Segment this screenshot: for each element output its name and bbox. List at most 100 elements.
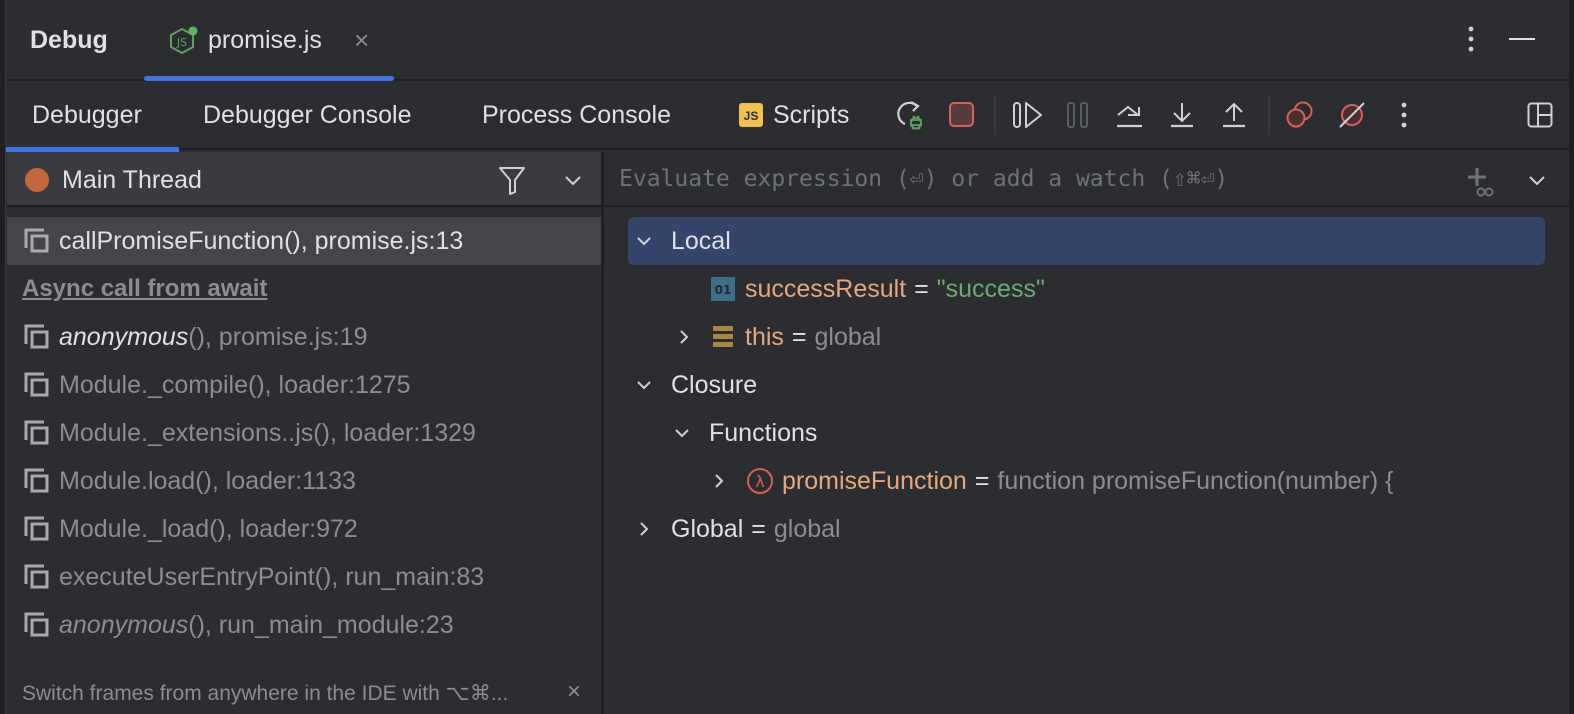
tree-node-promise-function[interactable]: λ promiseFunction = function promiseFunc… xyxy=(604,457,1569,505)
chevron-down-icon[interactable] xyxy=(672,423,692,443)
frame-function: callPromiseFunction() xyxy=(59,226,301,255)
tree-node-label: Functions xyxy=(709,418,818,447)
equals-sign: = xyxy=(914,274,929,303)
variable-value: global xyxy=(814,322,882,351)
filter-icon[interactable] xyxy=(497,164,527,196)
frame-function: anonymous xyxy=(59,610,189,639)
right-edge xyxy=(1569,0,1574,714)
active-tab-indicator xyxy=(144,76,394,81)
frame-icon xyxy=(24,228,49,253)
tree-node-label: Global xyxy=(671,514,744,543)
mute-breakpoints-button[interactable] xyxy=(1332,95,1372,135)
stop-button[interactable] xyxy=(942,95,982,135)
frame-parens: () xyxy=(188,322,205,351)
frame-item[interactable]: callPromiseFunction(), promise.js:13 xyxy=(7,217,601,265)
tree-node-this[interactable]: this = global xyxy=(604,313,1569,361)
step-into-icon xyxy=(1171,103,1193,128)
equals-sign: = xyxy=(791,322,807,351)
tab-scripts[interactable]: JS Scripts xyxy=(739,83,849,150)
close-hint-icon[interactable]: × xyxy=(567,678,581,706)
async-call-label[interactable]: Async call from await xyxy=(7,265,601,313)
pause-button[interactable] xyxy=(1058,95,1098,135)
tree-node-label: Closure xyxy=(671,370,758,399)
layout-button[interactable] xyxy=(1520,95,1560,135)
frame-icon xyxy=(24,468,49,493)
tree-node-functions[interactable]: Functions xyxy=(604,409,1569,457)
tab-scripts-label: Scripts xyxy=(773,101,850,129)
frame-item[interactable]: Module.load(), loader:1133 xyxy=(7,457,601,505)
rerun-debug-button[interactable] xyxy=(892,95,932,135)
variable-value: function promiseFunction(number) { xyxy=(997,466,1394,495)
frame-icon xyxy=(24,516,49,541)
lambda-icon: λ xyxy=(747,468,773,494)
frame-item[interactable]: anonymous(), promise.js:19 xyxy=(7,313,601,361)
thread-selector[interactable]: Main Thread xyxy=(7,152,601,207)
frame-item[interactable]: Module._extensions..js(), loader:1329 xyxy=(7,409,601,457)
svg-text:λ: λ xyxy=(755,472,764,491)
tab-debugger[interactable]: Debugger xyxy=(6,83,179,152)
resume-button[interactable] xyxy=(1008,95,1048,135)
frame-location: , loader:1133 xyxy=(211,466,356,495)
view-breakpoints-button[interactable] xyxy=(1280,95,1320,135)
frame-icon xyxy=(24,372,49,397)
step-out-button[interactable] xyxy=(1214,95,1254,135)
chevron-right-icon[interactable] xyxy=(634,519,654,539)
chevron-right-icon[interactable] xyxy=(674,327,694,347)
more-actions-button[interactable] xyxy=(1384,95,1424,135)
tool-window-title: Debug xyxy=(30,26,108,54)
step-over-icon xyxy=(1117,105,1142,128)
equals-sign: = xyxy=(974,466,990,495)
frame-item[interactable]: executeUserEntryPoint(), run_main:83 xyxy=(7,553,601,601)
frame-location: , loader:972 xyxy=(225,514,358,543)
view-breakpoints-icon xyxy=(1286,101,1313,128)
resume-icon xyxy=(1013,102,1042,128)
tree-node-global[interactable]: Global = global xyxy=(604,505,1569,553)
primitive-icon: 01 xyxy=(711,277,735,301)
more-vertical-icon[interactable] xyxy=(1465,24,1477,58)
tree-node-local[interactable]: Local xyxy=(628,217,1545,265)
frame-item[interactable]: anonymous(), run_main_module:23 xyxy=(7,601,601,649)
tab-process-console[interactable]: Process Console xyxy=(482,83,671,150)
variables-tree: Local 01 successResult = "success" this … xyxy=(604,217,1569,553)
tree-node-closure[interactable]: Closure xyxy=(604,361,1569,409)
chevron-down-icon[interactable] xyxy=(1527,170,1547,190)
evaluate-expression-input[interactable] xyxy=(619,162,1439,196)
nodejs-icon: JS xyxy=(170,26,198,55)
chevron-down-icon[interactable] xyxy=(634,375,654,395)
close-tab-icon[interactable]: × xyxy=(354,26,369,54)
variable-value: "success" xyxy=(936,274,1045,303)
svg-text:01: 01 xyxy=(715,283,732,297)
object-icon xyxy=(713,326,733,347)
frame-location: , promise.js:19 xyxy=(204,322,368,351)
frame-location: , loader:1329 xyxy=(329,418,476,447)
equals-sign: = xyxy=(751,514,766,543)
frame-icon xyxy=(24,324,49,349)
tab-debugger-console[interactable]: Debugger Console xyxy=(203,83,411,150)
frame-item[interactable]: Module._load(), loader:972 xyxy=(7,505,601,553)
js-file-icon: JS xyxy=(739,103,763,127)
chevron-down-icon[interactable] xyxy=(634,231,654,251)
add-watch-icon[interactable] xyxy=(1465,166,1495,198)
minimize-icon[interactable] xyxy=(1509,38,1535,40)
step-out-icon xyxy=(1223,102,1245,128)
frames-panel: Main Thread callPromiseFunction(), promi… xyxy=(7,152,601,714)
variable-name: this xyxy=(745,322,784,351)
frame-icon xyxy=(24,612,49,637)
frame-location: , promise.js:13 xyxy=(300,226,464,255)
variable-value: global xyxy=(773,514,841,543)
tree-node-label: Local xyxy=(671,226,731,255)
frame-list: callPromiseFunction(), promise.js:13 Asy… xyxy=(7,217,601,649)
frame-icon xyxy=(24,564,49,589)
tool-window-header: Debug JS promise.js × xyxy=(6,0,1569,81)
chevron-right-icon[interactable] xyxy=(709,471,729,491)
variable-name: promiseFunction xyxy=(782,466,967,495)
evaluate-bar xyxy=(604,152,1569,207)
frame-location: , run_main_module:23 xyxy=(204,610,454,639)
step-into-button[interactable] xyxy=(1162,95,1202,135)
file-tab-promise-js[interactable]: JS promise.js × xyxy=(144,0,396,81)
frame-item[interactable]: Module._compile(), loader:1275 xyxy=(7,361,601,409)
step-over-button[interactable] xyxy=(1110,95,1150,135)
frame-parens: () xyxy=(188,610,205,639)
chevron-down-icon[interactable] xyxy=(563,170,583,190)
tree-node-success-result[interactable]: 01 successResult = "success" xyxy=(604,265,1569,313)
